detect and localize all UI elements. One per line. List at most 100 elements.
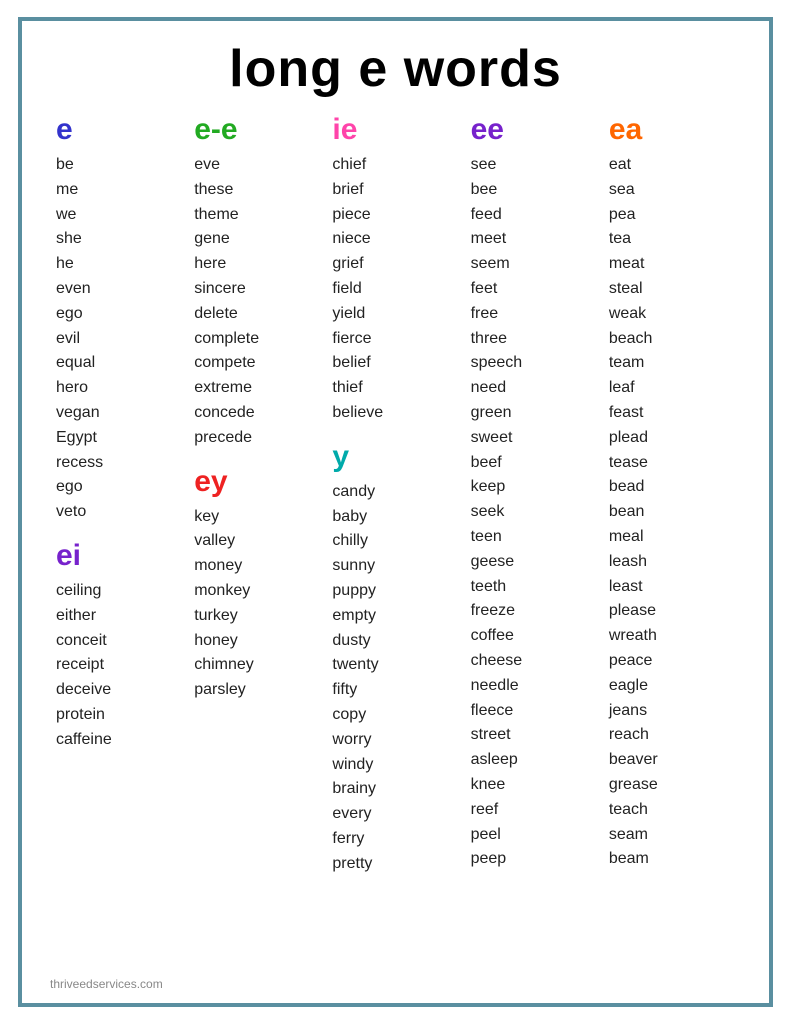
word-item: field (332, 277, 458, 302)
word-item: baby (332, 505, 458, 530)
word-item: ego (56, 302, 182, 327)
word-item: evil (56, 327, 182, 352)
word-item: free (471, 302, 597, 327)
word-item: three (471, 327, 597, 352)
word-item: speech (471, 351, 597, 376)
word-item: pea (609, 203, 735, 228)
word-item: delete (194, 302, 320, 327)
word-item: hero (56, 376, 182, 401)
word-item: tease (609, 451, 735, 476)
word-item: chief (332, 153, 458, 178)
word-item: reach (609, 723, 735, 748)
word-item: jeans (609, 699, 735, 724)
word-item: geese (471, 550, 597, 575)
word-item: meat (609, 252, 735, 277)
word-item: teeth (471, 575, 597, 600)
word-item: meal (609, 525, 735, 550)
word-item: honey (194, 629, 320, 654)
word-item: plead (609, 426, 735, 451)
word-item: piece (332, 203, 458, 228)
word-item: precede (194, 426, 320, 451)
word-item: least (609, 575, 735, 600)
word-item: beef (471, 451, 597, 476)
word-item: we (56, 203, 182, 228)
word-item: needle (471, 674, 597, 699)
word-item: bee (471, 178, 597, 203)
word-item: valley (194, 529, 320, 554)
col-ee-e: e-eevethesethemegeneheresinceredeletecom… (188, 113, 326, 971)
section-header-ie: ie (332, 113, 458, 147)
word-item: grief (332, 252, 458, 277)
word-item: keep (471, 475, 597, 500)
word-item: complete (194, 327, 320, 352)
word-item: grease (609, 773, 735, 798)
word-item: reef (471, 798, 597, 823)
word-item: theme (194, 203, 320, 228)
section-header-ee: ee (471, 113, 597, 147)
word-item: asleep (471, 748, 597, 773)
word-item: twenty (332, 653, 458, 678)
word-list-ee: seebeefeedmeetseemfeetfreethreespeechnee… (471, 153, 597, 872)
section-header-ey: ey (194, 465, 320, 499)
word-item: chimney (194, 653, 320, 678)
word-item: deceive (56, 678, 182, 703)
section-header-y: y (332, 440, 458, 474)
word-item: teen (471, 525, 597, 550)
word-item: worry (332, 728, 458, 753)
word-list-ea: eatseapeateameatstealweakbeachteamleaffe… (609, 153, 735, 872)
word-item: sweet (471, 426, 597, 451)
word-item: tea (609, 227, 735, 252)
word-item: green (471, 401, 597, 426)
word-item: street (471, 723, 597, 748)
col-e: ebemewesheheevenegoevilequalheroveganEgy… (50, 113, 188, 971)
word-list-y: candybabychillysunnypuppyemptydustytwent… (332, 480, 458, 877)
word-item: veto (56, 500, 182, 525)
word-item: eve (194, 153, 320, 178)
word-item: belief (332, 351, 458, 376)
word-list-e: bemewesheheevenegoevilequalheroveganEgyp… (56, 153, 182, 525)
word-item: thief (332, 376, 458, 401)
col-ea: eaeatseapeateameatstealweakbeachteamleaf… (603, 113, 741, 971)
word-item: eat (609, 153, 735, 178)
col-ee: ee seebeefeedmeetseemfeetfreethreespeechn… (465, 113, 603, 971)
word-item: bean (609, 500, 735, 525)
word-item: windy (332, 753, 458, 778)
col-ie: ie chiefbriefpieceniecegrieffieldyieldfie… (326, 113, 464, 971)
word-item: protein (56, 703, 182, 728)
word-item: ego (56, 475, 182, 500)
word-item: sunny (332, 554, 458, 579)
word-item: cheese (471, 649, 597, 674)
section-header-ee: e-e (194, 113, 320, 147)
word-list-ie: chiefbriefpieceniecegrieffieldyieldfierc… (332, 153, 458, 426)
page-title: long e words (50, 39, 741, 99)
word-item: brainy (332, 777, 458, 802)
word-item: believe (332, 401, 458, 426)
word-item: teach (609, 798, 735, 823)
word-item: brief (332, 178, 458, 203)
word-item: bead (609, 475, 735, 500)
word-item: please (609, 599, 735, 624)
word-item: feet (471, 277, 597, 302)
word-item: monkey (194, 579, 320, 604)
word-item: freeze (471, 599, 597, 624)
word-item: seem (471, 252, 597, 277)
section-header-ei: ei (56, 539, 182, 573)
word-item: caffeine (56, 728, 182, 753)
word-item: here (194, 252, 320, 277)
word-item: sincere (194, 277, 320, 302)
word-item: pretty (332, 852, 458, 877)
footer-text: thriveedservices.com (50, 977, 741, 991)
word-item: yield (332, 302, 458, 327)
word-item: every (332, 802, 458, 827)
word-item: vegan (56, 401, 182, 426)
word-item: either (56, 604, 182, 629)
word-item: empty (332, 604, 458, 629)
word-item: candy (332, 480, 458, 505)
word-item: beaver (609, 748, 735, 773)
word-item: knee (471, 773, 597, 798)
word-item: he (56, 252, 182, 277)
word-item: weak (609, 302, 735, 327)
word-item: dusty (332, 629, 458, 654)
word-item: niece (332, 227, 458, 252)
word-item: steal (609, 277, 735, 302)
